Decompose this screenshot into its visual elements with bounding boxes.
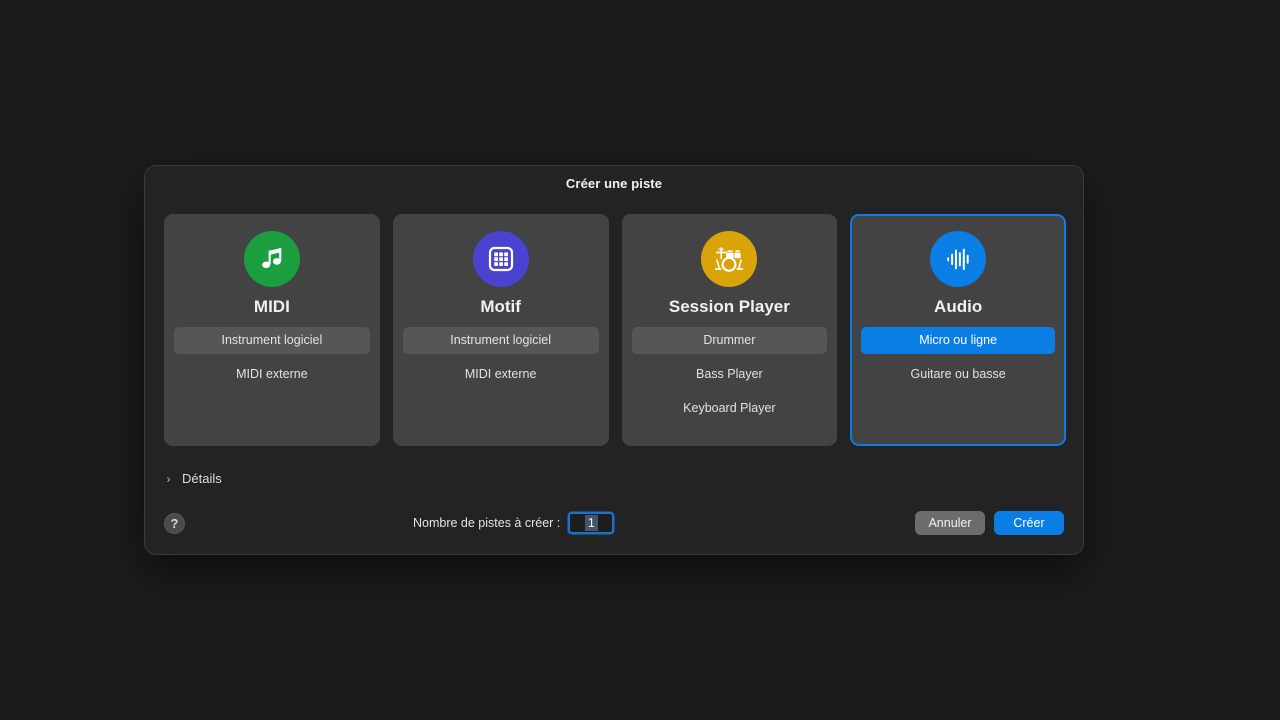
card-icon-wrap xyxy=(623,231,837,287)
card-title: Motif xyxy=(480,297,521,316)
card-icon-wrap xyxy=(852,231,1064,287)
track-count-input[interactable]: 1 xyxy=(568,512,615,534)
card-option[interactable]: Keyboard Player xyxy=(632,395,828,422)
card-option-list: Instrument logiciel MIDI externe xyxy=(394,327,608,388)
card-title: MIDI xyxy=(253,297,290,316)
card-title: Session Player xyxy=(668,297,790,316)
card-icon-wrap xyxy=(394,231,608,287)
track-type-card-list: MIDI Instrument logiciel MIDI externe Motif… xyxy=(164,214,1067,446)
card-option[interactable]: Drummer xyxy=(631,327,828,354)
track-count-group: Nombre de pistes à créer : 1 xyxy=(413,512,615,534)
waveform-icon xyxy=(930,231,987,287)
question-mark-icon: ? xyxy=(170,516,179,531)
card-option[interactable]: Bass Player xyxy=(632,361,828,388)
card-option[interactable]: Instrument logiciel xyxy=(402,327,599,354)
card-icon-wrap xyxy=(165,231,379,287)
dialog-action-buttons: Annuler Créer xyxy=(915,511,1064,535)
details-disclosure[interactable]: › Détails xyxy=(164,471,222,486)
cancel-button[interactable]: Annuler xyxy=(915,511,985,535)
track-type-card-midi[interactable]: MIDI Instrument logiciel MIDI externe xyxy=(164,214,380,446)
create-button[interactable]: Créer xyxy=(994,511,1064,535)
card-option-list: Instrument logiciel MIDI externe xyxy=(165,327,379,388)
music-note-icon xyxy=(243,231,300,287)
track-type-card-session-player[interactable]: Session Player Drummer Bass Player Keyboard… xyxy=(621,214,838,446)
chevron-right-icon: › xyxy=(166,471,171,486)
card-option-list: Drummer Bass Player Keyboard Player xyxy=(623,327,837,422)
details-label: Détails xyxy=(182,471,222,486)
card-option[interactable]: MIDI externe xyxy=(403,361,599,388)
create-track-dialog: Créer une piste MIDI Instrument logiciel M… xyxy=(144,165,1084,555)
grid-pattern-icon xyxy=(472,231,529,287)
help-button[interactable]: ? xyxy=(164,513,185,534)
card-option[interactable]: Instrument logiciel xyxy=(174,327,370,354)
track-count-value: 1 xyxy=(584,515,598,531)
card-option[interactable]: Micro ou ligne xyxy=(861,327,1056,354)
screen: Créer une piste MIDI Instrument logiciel M… xyxy=(0,0,1280,720)
card-title: Audio xyxy=(934,297,983,316)
track-count-label: Nombre de pistes à créer : xyxy=(413,516,561,530)
card-option[interactable]: MIDI externe xyxy=(174,361,370,388)
dialog-title: Créer une piste xyxy=(565,176,663,191)
card-option-list: Micro ou ligne Guitare ou basse xyxy=(852,327,1064,388)
track-type-card-audio[interactable]: Audio Micro ou ligne Guitare ou basse xyxy=(850,214,1067,446)
track-type-card-motif[interactable]: Motif Instrument logiciel MIDI externe xyxy=(392,214,609,446)
card-option[interactable]: Guitare ou basse xyxy=(861,361,1055,388)
drum-kit-icon xyxy=(701,231,758,287)
dialog-footer: ? Nombre de pistes à créer : 1 Annuler C… xyxy=(145,506,1083,550)
